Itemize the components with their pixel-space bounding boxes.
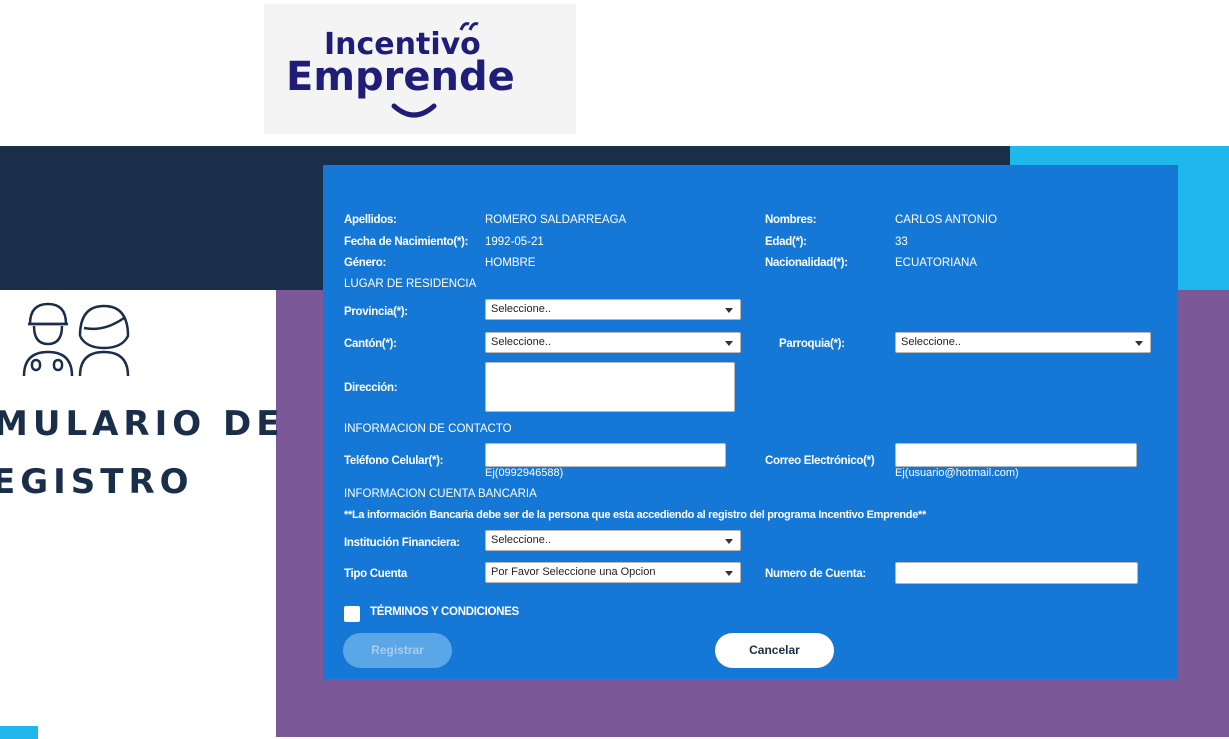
nombres-value: CARLOS ANTONIO — [895, 214, 998, 226]
institucion-select[interactable]: Seleccione.. — [485, 530, 741, 551]
chevron-down-icon — [725, 539, 733, 544]
page-title-line1: MULARIO DE — [0, 404, 285, 444]
correo-hint: Ej(usuario@hotmail.com) — [895, 467, 1019, 479]
canton-selected-value: Seleccione.. — [491, 336, 551, 348]
provincia-selected-value: Seleccione.. — [491, 303, 551, 315]
edad-value: 33 — [895, 236, 908, 248]
tipo-cuenta-selected-value: Por Favor Seleccione una Opcion — [491, 566, 656, 578]
direccion-textarea[interactable] — [485, 362, 735, 412]
cancelar-button[interactable]: Cancelar — [715, 633, 834, 668]
genero-label: Género: — [344, 257, 386, 269]
numero-cuenta-input[interactable] — [895, 562, 1138, 584]
apellidos-label: Apellidos: — [344, 214, 397, 226]
numero-cuenta-label: Numero de Cuenta: — [765, 568, 866, 580]
nacionalidad-label: Nacionalidad(*): — [765, 257, 848, 269]
terminos-checkbox[interactable] — [344, 606, 360, 622]
provincia-label: Provincia(*): — [344, 306, 408, 318]
chevron-down-icon — [725, 571, 733, 576]
residencia-section-title: LUGAR DE RESIDENCIA — [344, 278, 477, 290]
users-icon — [20, 300, 130, 385]
fecha-nacimiento-label: Fecha de Nacimiento(*): — [344, 236, 469, 248]
parroquia-selected-value: Seleccione.. — [901, 336, 961, 348]
page-title-line2: EGISTRO — [0, 462, 194, 502]
nacionalidad-value: ECUATORIANA — [895, 257, 978, 269]
tipo-cuenta-label: Tipo Cuenta — [344, 568, 407, 580]
canton-select[interactable]: Seleccione.. — [485, 332, 741, 353]
incentivo-emprende-logo: Incentivo Emprende — [264, 4, 576, 134]
parroquia-label: Parroquia(*): — [779, 338, 845, 350]
apellidos-value: ROMERO SALDARREAGA — [485, 214, 627, 226]
genero-value: HOMBRE — [485, 257, 536, 269]
bancaria-note: **La información Bancaria debe ser de la… — [344, 509, 927, 521]
correo-input[interactable] — [895, 443, 1137, 467]
contacto-section-title: INFORMACION DE CONTACTO — [344, 423, 512, 435]
fecha-nacimiento-value: 1992-05-21 — [485, 236, 544, 248]
telefono-input[interactable] — [485, 443, 726, 467]
institucion-selected-value: Seleccione.. — [491, 534, 551, 546]
nombres-label: Nombres: — [765, 214, 817, 226]
registrar-button[interactable]: Registrar — [343, 633, 452, 668]
edad-label: Edad(*): — [765, 236, 807, 248]
canton-label: Cantón(*): — [344, 338, 397, 350]
chevron-down-icon — [1135, 341, 1143, 346]
telefono-hint: Ej(0992946588) — [485, 467, 564, 479]
bancaria-section-title: INFORMACION CUENTA BANCARIA — [344, 488, 537, 500]
logo-line2: Emprende — [286, 54, 515, 100]
correo-label: Correo Electrónico(*) — [765, 455, 875, 467]
telefono-label: Teléfono Celular(*): — [344, 455, 444, 467]
left-accent-mark — [0, 726, 38, 739]
terminos-label[interactable]: TÉRMINOS Y CONDICIONES — [370, 606, 519, 618]
direccion-label: Dirección: — [344, 382, 398, 394]
institucion-label: Institución Financiera: — [344, 537, 460, 549]
chevron-down-icon — [725, 308, 733, 313]
chevron-down-icon — [725, 341, 733, 346]
parroquia-select[interactable]: Seleccione.. — [895, 332, 1151, 353]
tipo-cuenta-select[interactable]: Por Favor Seleccione una Opcion — [485, 562, 741, 583]
provincia-select[interactable]: Seleccione.. — [485, 299, 741, 320]
